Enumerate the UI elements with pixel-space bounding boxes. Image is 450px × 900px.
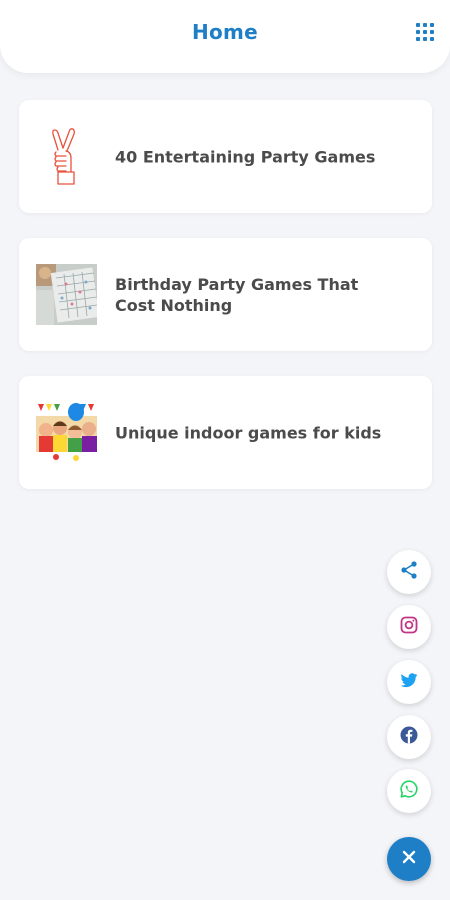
app-header: Home — [0, 0, 450, 73]
twitter-icon — [399, 670, 419, 694]
instagram-icon — [399, 615, 419, 639]
page-title: Home — [191, 20, 259, 44]
share-button[interactable] — [387, 550, 431, 594]
close-share-menu-button[interactable] — [387, 837, 431, 881]
share-icon — [399, 560, 419, 584]
facebook-share-button[interactable] — [387, 715, 431, 759]
crossed-fingers-icon — [36, 126, 97, 187]
kids-party-photo — [36, 402, 97, 463]
article-card-indoor-games[interactable]: Unique indoor games for kids — [19, 376, 432, 489]
card-title: 40 Entertaining Party Games — [115, 147, 376, 166]
close-icon — [401, 849, 417, 869]
card-title: Birthday Party Games That Cost Nothing — [115, 274, 359, 315]
instagram-share-button[interactable] — [387, 605, 431, 649]
twitter-share-button[interactable] — [387, 660, 431, 704]
article-card-party-games[interactable]: 40 Entertaining Party Games — [19, 100, 432, 213]
facebook-icon — [399, 725, 419, 749]
article-card-birthday-games[interactable]: Birthday Party Games That Cost Nothing — [19, 238, 432, 351]
whatsapp-icon — [399, 779, 419, 803]
apps-grid-icon[interactable] — [416, 23, 434, 41]
whatsapp-share-button[interactable] — [387, 769, 431, 813]
board-game-photo — [36, 264, 97, 325]
card-title: Unique indoor games for kids — [115, 423, 382, 442]
